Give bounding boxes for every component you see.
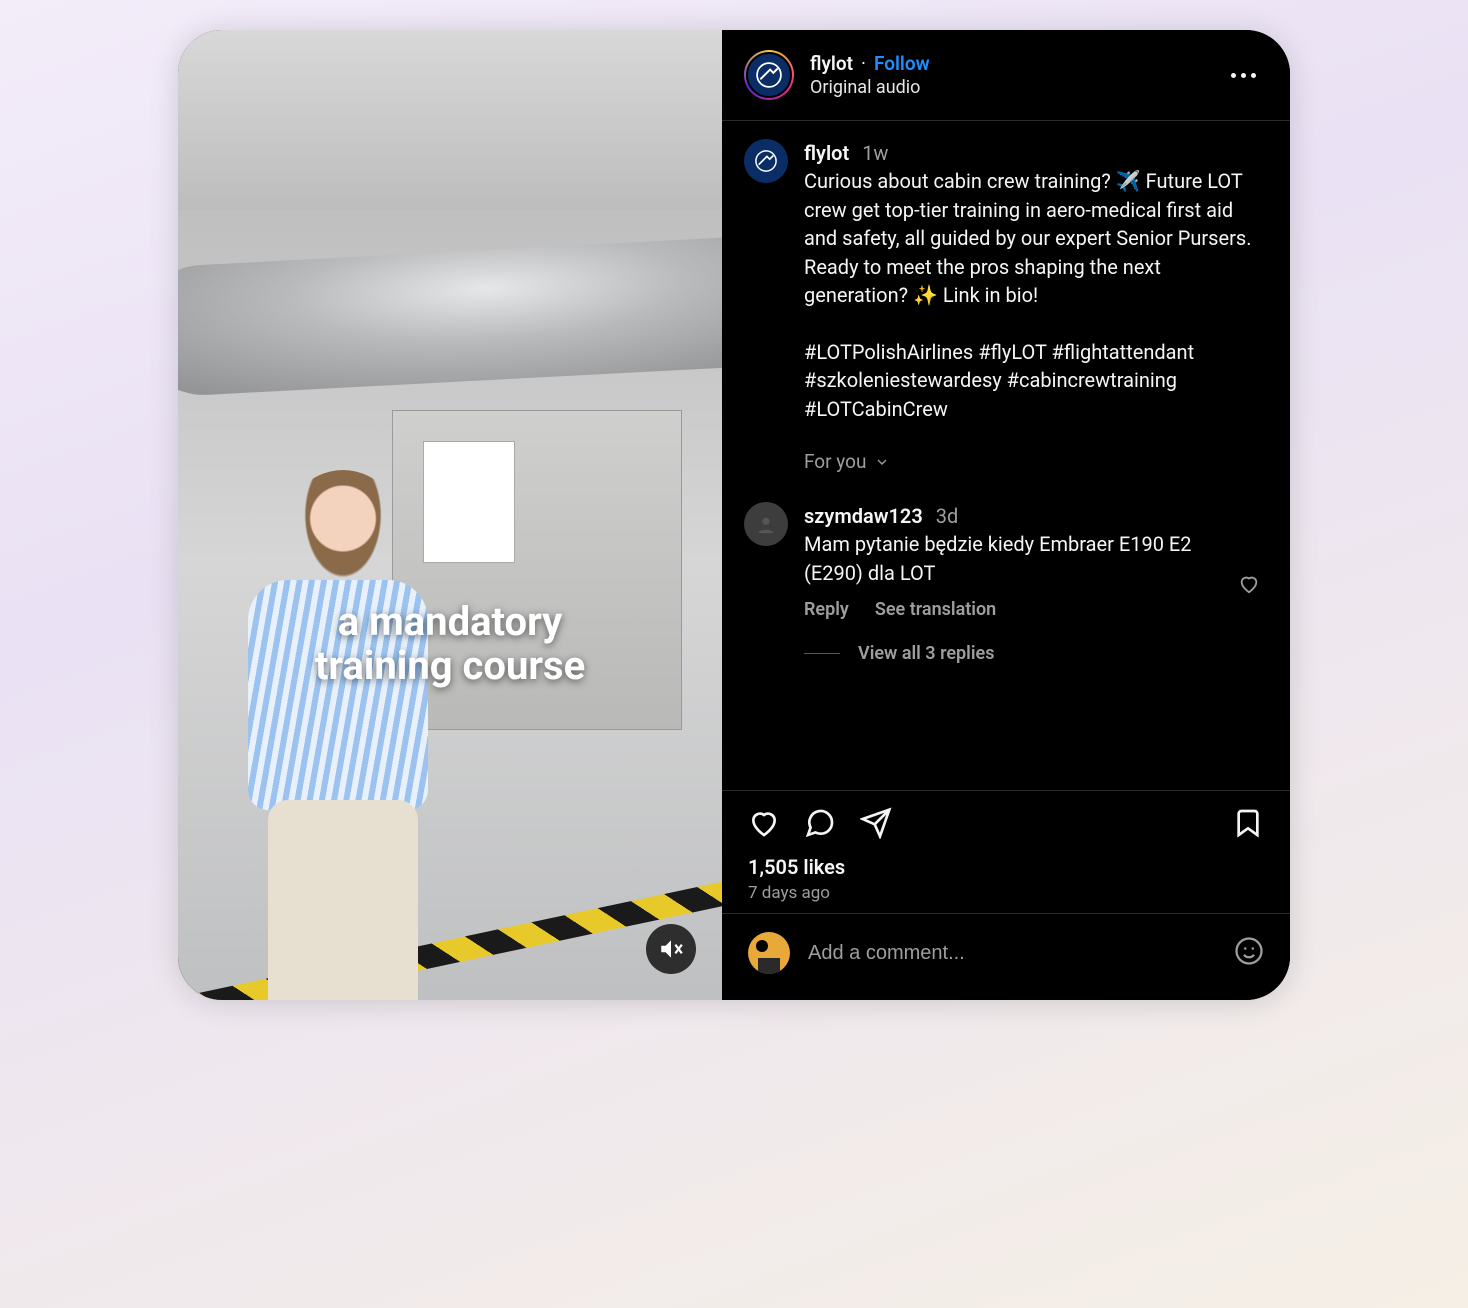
like-button[interactable] [748,807,780,843]
heart-outline-icon [1238,573,1260,595]
media-viewport[interactable]: a mandatory training course [178,30,722,1000]
comment-item: szymdaw123 3d Mam pytanie będzie kiedy E… [744,502,1264,666]
airline-logo-icon [755,150,777,172]
smiley-icon [1234,936,1264,966]
scene-ceiling [178,30,722,210]
comment-input[interactable] [808,942,1216,965]
heart-outline-icon [748,807,780,839]
post-age: 7 days ago [748,883,1264,903]
caption-avatar[interactable] [744,139,788,183]
emoji-picker-button[interactable] [1234,936,1264,970]
scene-duct [178,232,722,398]
action-bar: 1,505 likes 7 days ago [722,790,1290,913]
post-header: flylot · Follow Original audio [722,30,1290,121]
likes-count[interactable]: 1,505 likes [748,855,1264,879]
author-avatar[interactable] [744,50,794,100]
scene-person [218,440,458,1000]
caption-hashtags[interactable]: #LOTPolishAirlines #flyLOT #flightattend… [804,338,1264,423]
mute-toggle-button[interactable] [646,924,696,974]
for-you-toggle[interactable]: For you [804,449,1264,476]
caption-body: Curious about cabin crew training? ✈️ Fu… [804,167,1264,309]
volume-muted-icon [658,936,684,962]
audio-attribution[interactable]: Original audio [810,77,1207,98]
reply-button[interactable]: Reply [804,597,849,623]
current-user-avatar[interactable] [748,932,790,974]
user-placeholder-icon [755,513,777,535]
commenter-username[interactable]: szymdaw123 [804,504,923,528]
comment-timestamp: 3d [936,504,959,528]
airline-logo-icon [756,62,782,88]
view-replies-label: View all 3 replies [858,641,994,667]
video-caption-overlay: a mandatory training course [178,600,722,688]
bookmark-icon [1232,807,1264,839]
post-caption-block: flylot 1w Curious about cabin crew train… [744,139,1264,476]
save-button[interactable] [1232,807,1264,843]
view-replies-button[interactable]: View all 3 replies [804,641,1218,667]
see-translation-button[interactable]: See translation [875,597,996,623]
commenter-avatar[interactable] [744,502,788,546]
like-comment-button[interactable] [1234,502,1264,666]
follow-button[interactable]: Follow [874,52,930,75]
comment-body: Mam pytanie będzie kiedy Embraer E190 E2… [804,530,1218,587]
share-button[interactable] [860,807,892,843]
details-panel: flylot · Follow Original audio [722,30,1290,1000]
caption-timestamp: 1w [862,141,888,165]
author-username[interactable]: flylot [810,52,853,75]
dots-icon [1231,73,1236,78]
comment-composer [722,913,1290,1000]
comment-icon [804,807,836,839]
thread-line [804,653,840,654]
more-options-button[interactable] [1223,65,1264,86]
separator-dot: · [861,52,866,75]
paper-plane-icon [860,807,892,839]
chevron-down-icon [874,454,890,470]
comment-button[interactable] [804,807,836,843]
for-you-label: For you [804,449,866,476]
comments-scroll[interactable]: flylot 1w Curious about cabin crew train… [722,121,1290,790]
caption-username[interactable]: flylot [804,141,849,165]
post-modal: a mandatory training course flylot [178,30,1290,1000]
